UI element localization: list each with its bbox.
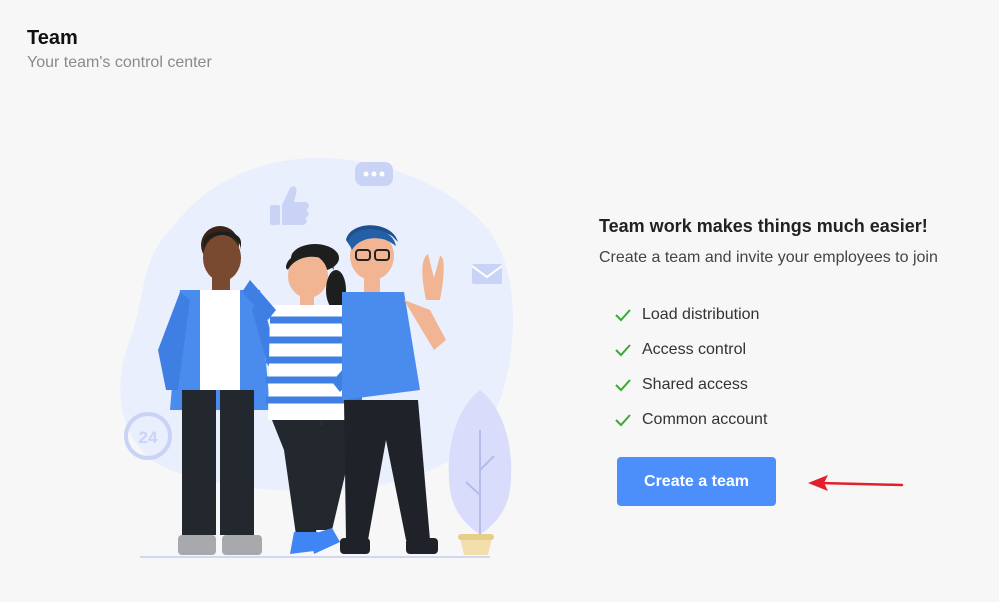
envelope-icon [471, 264, 503, 284]
page-subtitle: Your team's control center [27, 54, 212, 71]
check-icon [615, 413, 631, 426]
team-illustration: 24 [100, 150, 530, 570]
check-icon [615, 378, 631, 391]
page-title: Team [27, 27, 78, 49]
page-header: Team Your team's control center [27, 26, 212, 73]
feature-list: Load distribution Access control Shared … [599, 297, 979, 437]
chat-bubble-icon [355, 162, 393, 186]
feature-label: Access control [642, 340, 747, 358]
check-icon [615, 308, 631, 321]
feature-item: Shared access [615, 367, 979, 402]
create-team-button[interactable]: Create a team [617, 457, 776, 506]
feature-item: Access control [615, 332, 979, 367]
feature-label: Common account [642, 410, 768, 428]
feature-label: Load distribution [642, 305, 760, 323]
feature-item: Common account [615, 402, 979, 437]
team-promo-panel: Team work makes things much easier! Crea… [599, 214, 979, 506]
promo-description: Create a team and invite your employees … [599, 249, 938, 266]
svg-text:24: 24 [139, 428, 158, 447]
team-illustration-art: 24 [120, 158, 514, 558]
feature-item: Load distribution [615, 297, 979, 332]
check-icon [615, 343, 631, 356]
annotation-arrow-icon [808, 475, 904, 491]
feature-label: Shared access [642, 375, 748, 393]
promo-heading: Team work makes things much easier! [599, 216, 928, 236]
